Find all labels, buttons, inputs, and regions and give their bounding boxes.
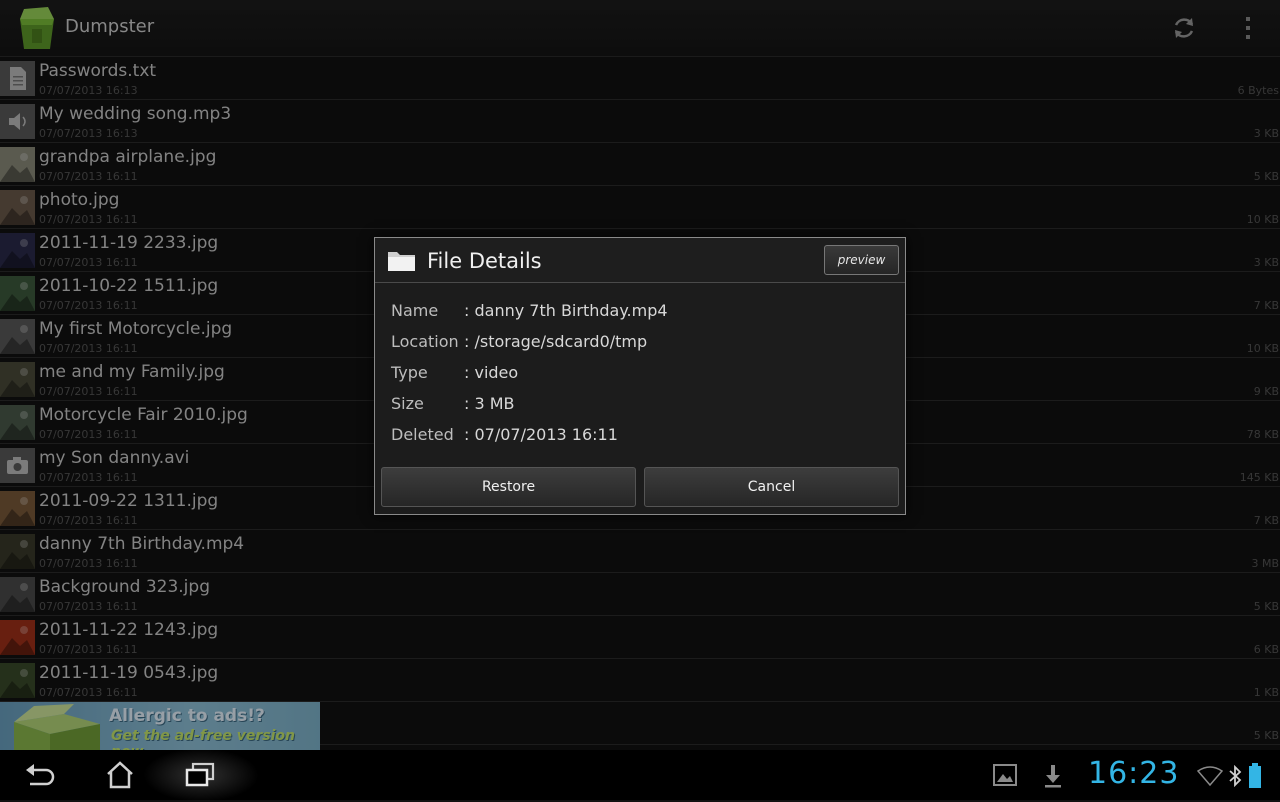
cancel-button[interactable]: Cancel <box>644 467 899 507</box>
detail-value: : /storage/sdcard0/tmp <box>464 332 648 351</box>
detail-label: Name <box>391 301 439 320</box>
battery-icon <box>1249 763 1261 788</box>
bluetooth-icon <box>1229 765 1242 787</box>
restore-button[interactable]: Restore <box>381 467 636 507</box>
detail-label: Size <box>391 394 424 413</box>
dialog-title: File Details <box>427 249 542 273</box>
detail-value: : video <box>464 363 519 382</box>
file-details-dialog: File Details preview Name : danny 7th Bir… <box>374 237 906 515</box>
status-clock[interactable]: 16:23 <box>1088 756 1179 791</box>
home-icon <box>107 761 133 789</box>
dialog-header: File Details preview <box>375 238 905 283</box>
detail-row: Type : video <box>391 363 518 382</box>
system-bar: 16:23 <box>0 748 1280 802</box>
preview-button[interactable]: preview <box>824 245 899 275</box>
detail-value: : 3 MB <box>464 394 515 413</box>
detail-row: Name : danny 7th Birthday.mp4 <box>391 301 668 320</box>
gallery-notification-icon[interactable] <box>993 764 1017 786</box>
detail-value: : 07/07/2013 16:11 <box>464 425 618 444</box>
back-button[interactable] <box>20 759 60 791</box>
detail-label: Type <box>391 363 428 382</box>
detail-row: Size : 3 MB <box>391 394 515 413</box>
detail-label: Deleted <box>391 425 454 444</box>
recent-apps-icon <box>185 762 215 787</box>
detail-label: Location <box>391 332 459 351</box>
back-icon <box>26 764 55 786</box>
detail-row: Location : /storage/sdcard0/tmp <box>391 332 647 351</box>
detail-row: Deleted : 07/07/2013 16:11 <box>391 425 618 444</box>
recent-apps-button[interactable] <box>180 759 220 791</box>
home-button[interactable] <box>100 759 140 791</box>
detail-value: : danny 7th Birthday.mp4 <box>464 301 668 320</box>
download-notification-icon[interactable] <box>1043 764 1063 788</box>
wifi-icon <box>1197 766 1223 786</box>
folder-icon <box>388 252 415 271</box>
